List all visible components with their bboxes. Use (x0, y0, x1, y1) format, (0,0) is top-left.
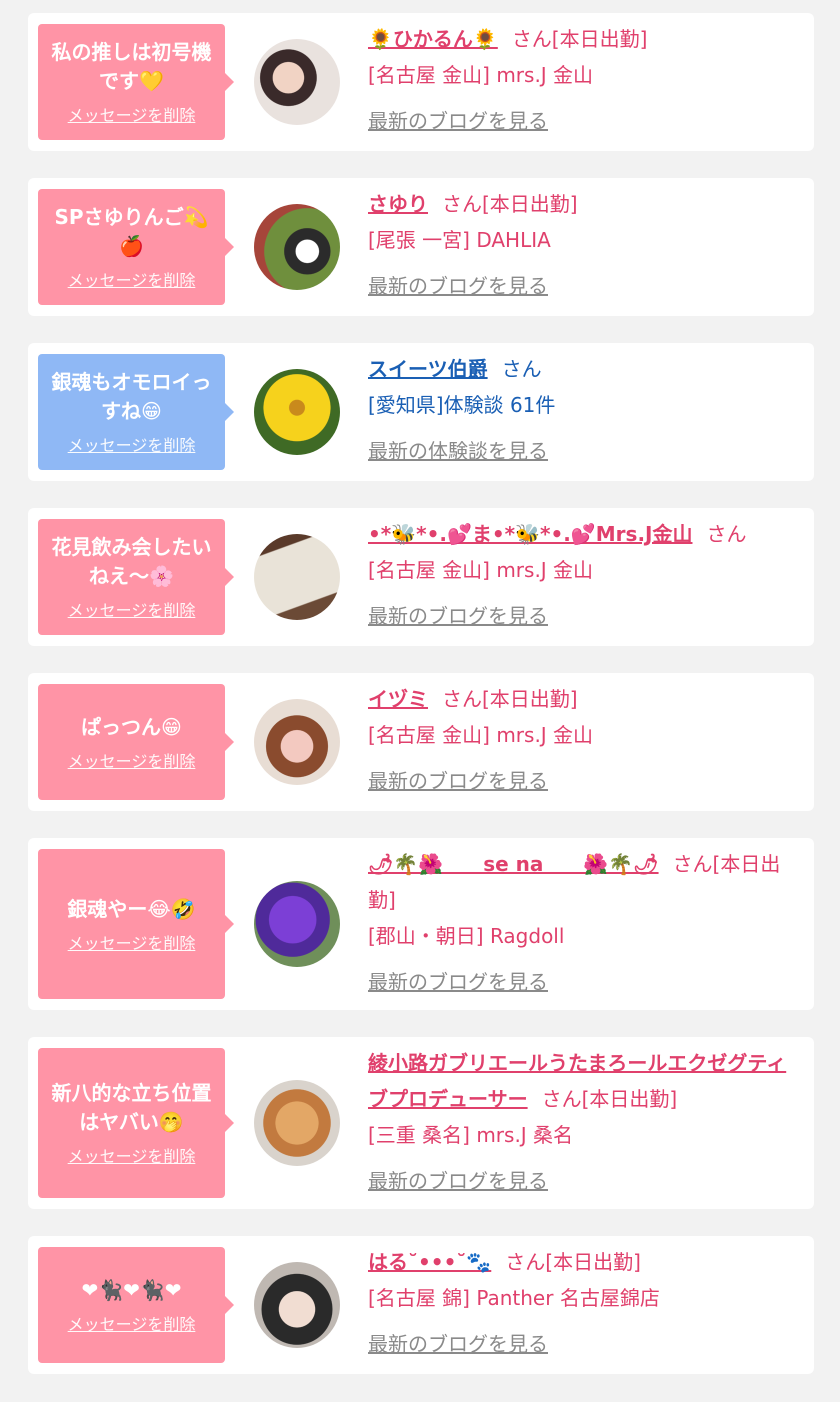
message-bubble: 銀魂やー😂🤣 メッセージを削除 (38, 849, 234, 999)
message-bubble: 花見飲み会したい ねえ〜🌸 メッセージを削除 (38, 519, 234, 635)
profile-info: 綾小路ガブリエールうたまろールエクゼグティブプロデューサー さん[本日出勤] [三… (368, 1045, 800, 1199)
latest-blog-link[interactable]: 最新のブログを見る (368, 1163, 800, 1199)
list-item: 花見飲み会したい ねえ〜🌸 メッセージを削除 •*🐝*•.💕ま•*🐝*•.💕Mr… (28, 508, 814, 646)
avatar[interactable] (254, 39, 340, 125)
list-item: 新八的な立ち位置 はヤバい🤭 メッセージを削除 綾小路ガブリエールうたまろールエ… (28, 1037, 814, 1209)
delete-message-button[interactable]: メッセージを削除 (68, 1143, 196, 1167)
shop-label: [郡山・朝日] Ragdoll (368, 924, 565, 948)
avatar[interactable] (254, 699, 340, 785)
name-suffix: さん (501, 357, 542, 381)
message-bubble: SPさゆりんご💫 🍎 メッセージを削除 (38, 189, 234, 305)
profile-info: さゆり さん[本日出勤] [尾張 一宮] DAHLIA 最新のブログを見る (368, 186, 800, 304)
message-text: 私の推しは初号機 です💛 (51, 40, 212, 93)
message-text: 銀魂やー😂🤣 (67, 896, 196, 921)
delete-message-button[interactable]: メッセージを削除 (68, 1311, 196, 1335)
message-bubble: 新八的な立ち位置 はヤバい🤭 メッセージを削除 (38, 1048, 234, 1198)
shop-label: [尾張 一宮] DAHLIA (368, 228, 551, 252)
list-item: ぱっつん😁 メッセージを削除 イヅミ さん[本日出勤] [名古屋 金山] mrs.… (28, 673, 814, 811)
list-item: 私の推しは初号機 です💛 メッセージを削除 🌻ひかるん🌻 さん[本日出勤] [名古… (28, 13, 814, 151)
name-suffix: さん[本日出勤] (442, 687, 578, 711)
profile-info: •*🐝*•.💕ま•*🐝*•.💕Mrs.J金山 さん [名古屋 金山] mrs.J … (368, 516, 800, 634)
profile-name-link[interactable]: はる˘•••˘🐾 (368, 1250, 491, 1274)
name-suffix: さん[本日出勤] (511, 27, 648, 51)
latest-review-link[interactable]: 最新の体験談を見る (368, 433, 800, 469)
profile-info: イヅミ さん[本日出勤] [名古屋 金山] mrs.J 金山 最新のブログを見る (368, 681, 800, 799)
profile-name-link[interactable]: イヅミ (368, 687, 428, 711)
latest-blog-link[interactable]: 最新のブログを見る (368, 268, 800, 304)
message-bubble: 私の推しは初号機 です💛 メッセージを削除 (38, 24, 234, 140)
name-suffix: さん[本日出勤] (505, 1250, 641, 1274)
list-item: 銀魂もオモロイっ すね😁 メッセージを削除 スイーツ伯爵 さん [愛知県]体験談 … (28, 343, 814, 481)
shop-label: [名古屋 錦] Panther 名古屋錦店 (368, 1286, 660, 1310)
message-text: 花見飲み会したい ねえ〜🌸 (51, 535, 212, 588)
list-item: 銀魂やー😂🤣 メッセージを削除 🌶🌴🌺 se na 🌺🌴🌶 さん[本日出勤] [郡… (28, 838, 814, 1010)
name-suffix: さん (706, 522, 747, 546)
delete-message-button[interactable]: メッセージを削除 (68, 748, 196, 772)
message-bubble: ❤🐈‍⬛❤🐈‍⬛❤ メッセージを削除 (38, 1247, 234, 1363)
message-text: ❤🐈‍⬛❤🐈‍⬛❤ (81, 1277, 182, 1302)
review-count-label: [愛知県]体験談 61件 (368, 393, 556, 417)
latest-blog-link[interactable]: 最新のブログを見る (368, 103, 800, 139)
delete-message-button[interactable]: メッセージを削除 (68, 267, 196, 291)
delete-message-button[interactable]: メッセージを削除 (68, 102, 196, 126)
message-bubble: 銀魂もオモロイっ すね😁 メッセージを削除 (38, 354, 234, 470)
name-suffix: さん[本日出勤] (442, 192, 578, 216)
profile-info: 🌶🌴🌺 se na 🌺🌴🌶 さん[本日出勤] [郡山・朝日] Ragdoll 最新… (368, 846, 800, 1000)
avatar[interactable] (254, 534, 340, 620)
shop-label: [名古屋 金山] mrs.J 金山 (368, 63, 594, 87)
message-text: 銀魂もオモロイっ すね😁 (51, 370, 212, 423)
profile-name-link[interactable]: スイーツ伯爵 (368, 357, 488, 381)
profile-info: スイーツ伯爵 さん [愛知県]体験談 61件 最新の体験談を見る (368, 351, 800, 469)
latest-blog-link[interactable]: 最新のブログを見る (368, 964, 800, 1000)
avatar[interactable] (254, 369, 340, 455)
latest-blog-link[interactable]: 最新のブログを見る (368, 598, 800, 634)
profile-info: はる˘•••˘🐾 さん[本日出勤] [名古屋 錦] Panther 名古屋錦店 最… (368, 1244, 800, 1362)
avatar[interactable] (254, 204, 340, 290)
delete-message-button[interactable]: メッセージを削除 (68, 432, 196, 456)
shop-label: [名古屋 金山] mrs.J 金山 (368, 723, 594, 747)
delete-message-button[interactable]: メッセージを削除 (68, 597, 196, 621)
shop-label: [名古屋 金山] mrs.J 金山 (368, 558, 594, 582)
profile-name-link[interactable]: 🌻ひかるん🌻 (368, 27, 498, 51)
delete-message-button[interactable]: メッセージを削除 (68, 930, 196, 954)
avatar[interactable] (254, 1080, 340, 1166)
message-bubble: ぱっつん😁 メッセージを削除 (38, 684, 234, 800)
list-item: SPさゆりんご💫 🍎 メッセージを削除 さゆり さん[本日出勤] [尾張 一宮] … (28, 178, 814, 316)
avatar[interactable] (254, 881, 340, 967)
profile-name-link[interactable]: 🌶🌴🌺 se na 🌺🌴🌶 (368, 852, 659, 876)
profile-info: 🌻ひかるん🌻 さん[本日出勤] [名古屋 金山] mrs.J 金山 最新のブログを… (368, 21, 800, 139)
latest-blog-link[interactable]: 最新のブログを見る (368, 1326, 800, 1362)
shop-label: [三重 桑名] mrs.J 桑名 (368, 1123, 574, 1147)
avatar[interactable] (254, 1262, 340, 1348)
profile-name-link[interactable]: •*🐝*•.💕ま•*🐝*•.💕Mrs.J金山 (368, 522, 692, 546)
name-suffix: さん[本日出勤] (541, 1087, 678, 1111)
profile-name-link[interactable]: さゆり (368, 192, 428, 216)
list-item: ❤🐈‍⬛❤🐈‍⬛❤ メッセージを削除 はる˘•••˘🐾 さん[本日出勤] [名古屋… (28, 1236, 814, 1374)
message-text: SPさゆりんご💫 🍎 (54, 205, 209, 258)
latest-blog-link[interactable]: 最新のブログを見る (368, 763, 800, 799)
message-text: 新八的な立ち位置 はヤバい🤭 (51, 1081, 212, 1134)
message-text: ぱっつん😁 (81, 714, 182, 739)
